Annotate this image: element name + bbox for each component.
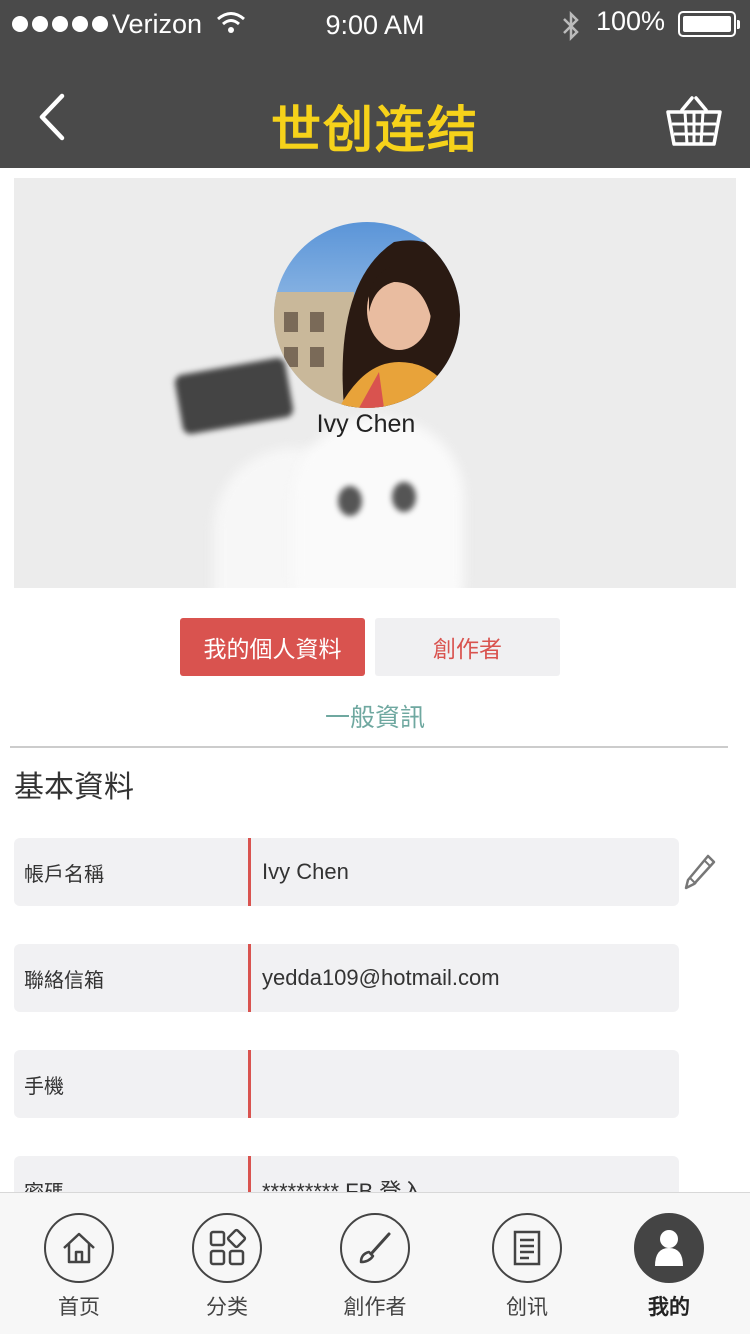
tab-creator-nav[interactable]: 創作者 bbox=[300, 1193, 450, 1334]
account-name-field[interactable]: 帳戶名稱 Ivy Chen bbox=[14, 838, 679, 906]
app-logo: 世创连结 bbox=[271, 101, 479, 159]
field-label: 聯絡信箱 bbox=[24, 967, 104, 992]
battery-percentage: 100% bbox=[596, 6, 666, 36]
pencil-icon bbox=[684, 854, 716, 890]
contact-email-field[interactable]: 聯絡信箱 yedda109@hotmail.com bbox=[14, 944, 679, 1012]
general-info-link[interactable]: 一般資訊 bbox=[0, 698, 750, 734]
brush-icon bbox=[340, 1213, 410, 1283]
tab-label: 首页 bbox=[58, 1295, 100, 1319]
tab-home[interactable]: 首页 bbox=[4, 1193, 154, 1334]
bluetooth-icon bbox=[560, 10, 582, 49]
tab-label: 我的 bbox=[648, 1295, 690, 1319]
battery-icon bbox=[678, 11, 740, 37]
tab-creator[interactable]: 創作者 bbox=[375, 618, 560, 676]
profile-name: Ivy Chen bbox=[316, 410, 416, 438]
home-icon bbox=[44, 1213, 114, 1283]
banner-decoration bbox=[338, 486, 362, 516]
edit-button[interactable] bbox=[682, 852, 718, 892]
field-label: 帳戶名稱 bbox=[24, 861, 104, 886]
field-label: 手機 bbox=[24, 1073, 64, 1098]
divider bbox=[10, 746, 728, 748]
news-icon bbox=[492, 1213, 562, 1283]
tab-label: 創作者 bbox=[343, 1295, 407, 1319]
profile-icon bbox=[634, 1213, 704, 1283]
navigation-bar: 世创连结 bbox=[0, 50, 750, 168]
field-divider bbox=[248, 944, 251, 1012]
phone-field[interactable]: 手機 bbox=[14, 1050, 679, 1118]
field-value[interactable]: Ivy Chen bbox=[262, 838, 349, 906]
bottom-tab-bar: 首页 分类 創作者 创讯 我的 bbox=[0, 1192, 750, 1334]
tab-news[interactable]: 创讯 bbox=[452, 1193, 602, 1334]
shopping-cart-button[interactable] bbox=[664, 94, 724, 150]
field-divider bbox=[248, 1050, 251, 1118]
status-bar: Verizon 9:00 AM 100% bbox=[0, 0, 750, 50]
tab-label: 创讯 bbox=[506, 1295, 548, 1319]
banner-decoration bbox=[392, 482, 416, 512]
category-icon bbox=[192, 1213, 262, 1283]
basket-icon bbox=[666, 96, 722, 146]
tab-category[interactable]: 分类 bbox=[152, 1193, 302, 1334]
banner-decoration bbox=[294, 418, 464, 588]
field-value[interactable]: yedda109@hotmail.com bbox=[262, 944, 500, 1012]
tab-my-profile[interactable]: 我的個人資料 bbox=[180, 618, 365, 676]
field-divider bbox=[248, 838, 251, 906]
tab-mine[interactable]: 我的 bbox=[594, 1193, 744, 1334]
section-title: 基本資料 bbox=[14, 770, 134, 805]
avatar[interactable] bbox=[274, 222, 460, 408]
tab-label: 分类 bbox=[206, 1295, 248, 1319]
